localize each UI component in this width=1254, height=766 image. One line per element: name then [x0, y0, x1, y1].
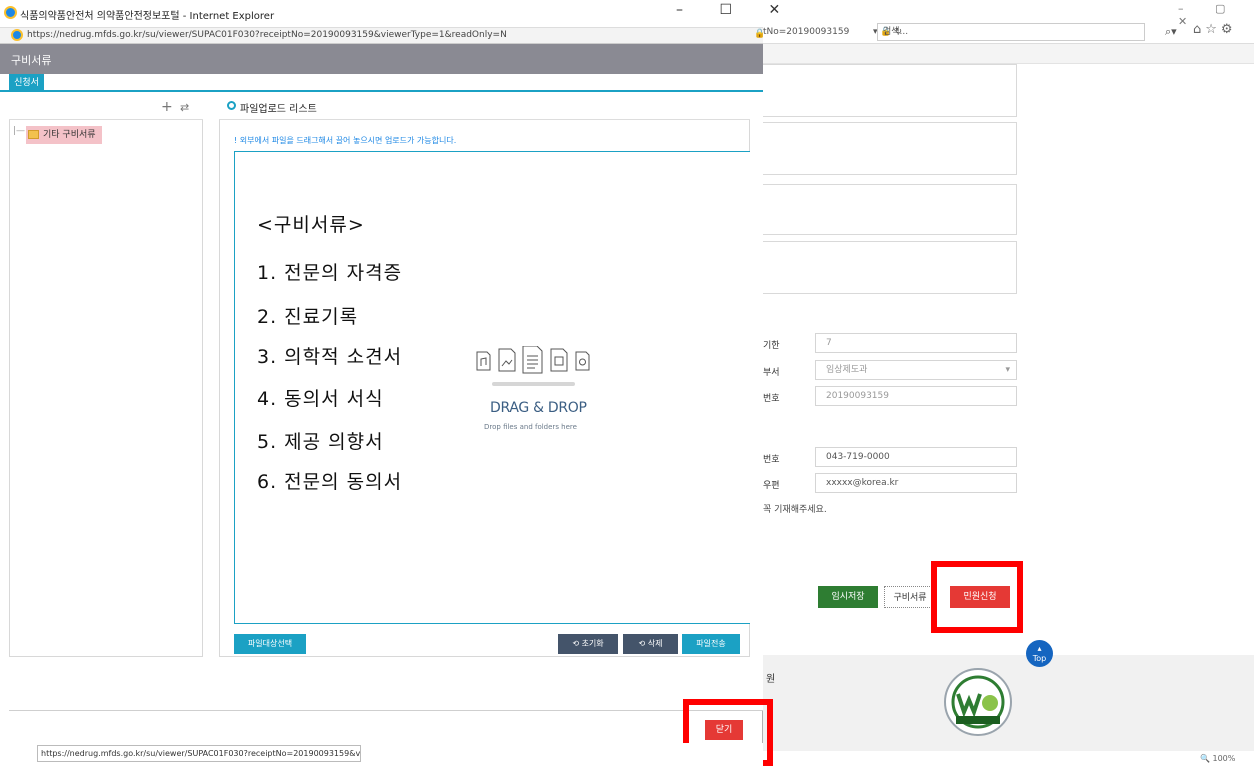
upload-title: 파일업로드 리스트	[240, 104, 317, 115]
home-star-gear-icons[interactable]: ⌂☆⚙	[1193, 22, 1237, 37]
tree-header	[9, 93, 203, 120]
folder-icon	[28, 130, 39, 139]
drag-drop-title: DRAG & DROP	[490, 400, 587, 416]
department-select[interactable]: 임상제도과 ▾	[815, 360, 1017, 380]
doc-list-item: 2. 진료기록	[257, 306, 359, 328]
doc-list-item: 3. 의학적 소견서	[257, 346, 403, 368]
page-title: 구비서류	[11, 54, 52, 67]
delete-button[interactable]: ⟲ 삭제	[623, 634, 678, 654]
chevron-down-icon: ▾	[1005, 365, 1010, 375]
drag-drop-subtitle: Drop files and folders here	[484, 423, 577, 431]
internet-explorer-icon	[4, 6, 17, 19]
background-textarea-2[interactable]	[763, 122, 1017, 175]
doc-list-item: 5. 제공 의향서	[257, 431, 384, 453]
footer-divider	[9, 710, 763, 711]
upload-info: ! 외부에서 파일을 드래그해서 끌어 놓으시면 업로드가 가능합니다.	[234, 136, 457, 145]
deadline-field[interactable]: 7	[815, 333, 1017, 353]
page-favicon-icon	[11, 29, 23, 41]
doc-list-heading: <구비서류>	[257, 214, 365, 236]
tree-item-other-documents[interactable]: 기타 구비서류	[26, 126, 102, 144]
background-tab-strip	[763, 44, 1254, 64]
select-files-button[interactable]: 파일대상선택	[234, 634, 306, 654]
popup-window-controls[interactable]: – ☐ ✕	[676, 2, 796, 18]
drop-divider	[492, 382, 575, 386]
row-label-department: 부서	[763, 368, 780, 378]
temp-save-button[interactable]: 임시저장	[818, 586, 878, 608]
doc-list-item: 6. 전문의 동의서	[257, 471, 403, 493]
scroll-top-button[interactable]: ▴ Top	[1026, 640, 1053, 667]
doc-list-item: 1. 전문의 자격증	[257, 262, 403, 284]
swap-icon[interactable]: ⇄	[180, 101, 189, 114]
top-label: Top	[1032, 654, 1047, 663]
highlight-box-apply	[931, 561, 1023, 633]
row-label-email: 우편	[763, 481, 780, 491]
background-address-bar[interactable]: tNo=20190093159	[763, 24, 873, 40]
background-textarea-1[interactable]	[763, 64, 1017, 117]
document-tree-panel	[9, 93, 203, 657]
tree-item-label: 기타 구비서류	[43, 130, 96, 140]
popup-header	[0, 44, 763, 74]
ring-icon	[227, 101, 236, 110]
background-textarea-3[interactable]	[763, 184, 1017, 235]
file-types-icon	[476, 346, 590, 374]
zoom-level[interactable]: 🔍 100%	[1200, 754, 1235, 763]
reset-button[interactable]: ⟲ 초기화	[558, 634, 618, 654]
popup-url[interactable]: https://nedrug.mfds.go.kr/su/viewer/SUPA…	[27, 30, 507, 40]
footer-text: 원	[766, 674, 776, 685]
search-icon[interactable]: ⌕▾	[1165, 24, 1177, 40]
lock-icon: 🔒	[754, 29, 766, 39]
receipt-number-field[interactable]: 20190093159	[815, 386, 1017, 406]
tab-application[interactable]: 신청서	[9, 74, 44, 92]
row-label-number: 번호	[763, 394, 780, 404]
department-value: 임상제도과	[826, 365, 868, 375]
row-label-phone: 번호	[763, 455, 780, 465]
status-url: https://nedrug.mfds.go.kr/su/viewer/SUPA…	[37, 745, 361, 762]
tree-connector: |—	[13, 126, 26, 136]
row-label-deadline: 기한	[763, 341, 780, 351]
popup-title: 식품의약품안전처 의약품안전정보포털 - Internet Explorer	[20, 11, 275, 22]
send-files-button[interactable]: 파일전송	[682, 634, 740, 654]
doc-list-item: 4. 동의서 서식	[257, 388, 384, 410]
popup-tab-row	[0, 74, 763, 92]
background-textarea-4[interactable]	[763, 241, 1017, 294]
web-accessibility-mark-icon	[944, 668, 1012, 736]
phone-field[interactable]: 043-719-0000	[815, 447, 1017, 467]
form-note: 꼭 기재해주세요.	[763, 505, 827, 515]
docs-button[interactable]: 구비서류	[884, 586, 936, 608]
add-icon[interactable]: +	[161, 99, 173, 115]
background-search-input[interactable]: 검색...	[877, 23, 1145, 41]
email-field[interactable]: xxxxx@korea.kr	[815, 473, 1017, 493]
